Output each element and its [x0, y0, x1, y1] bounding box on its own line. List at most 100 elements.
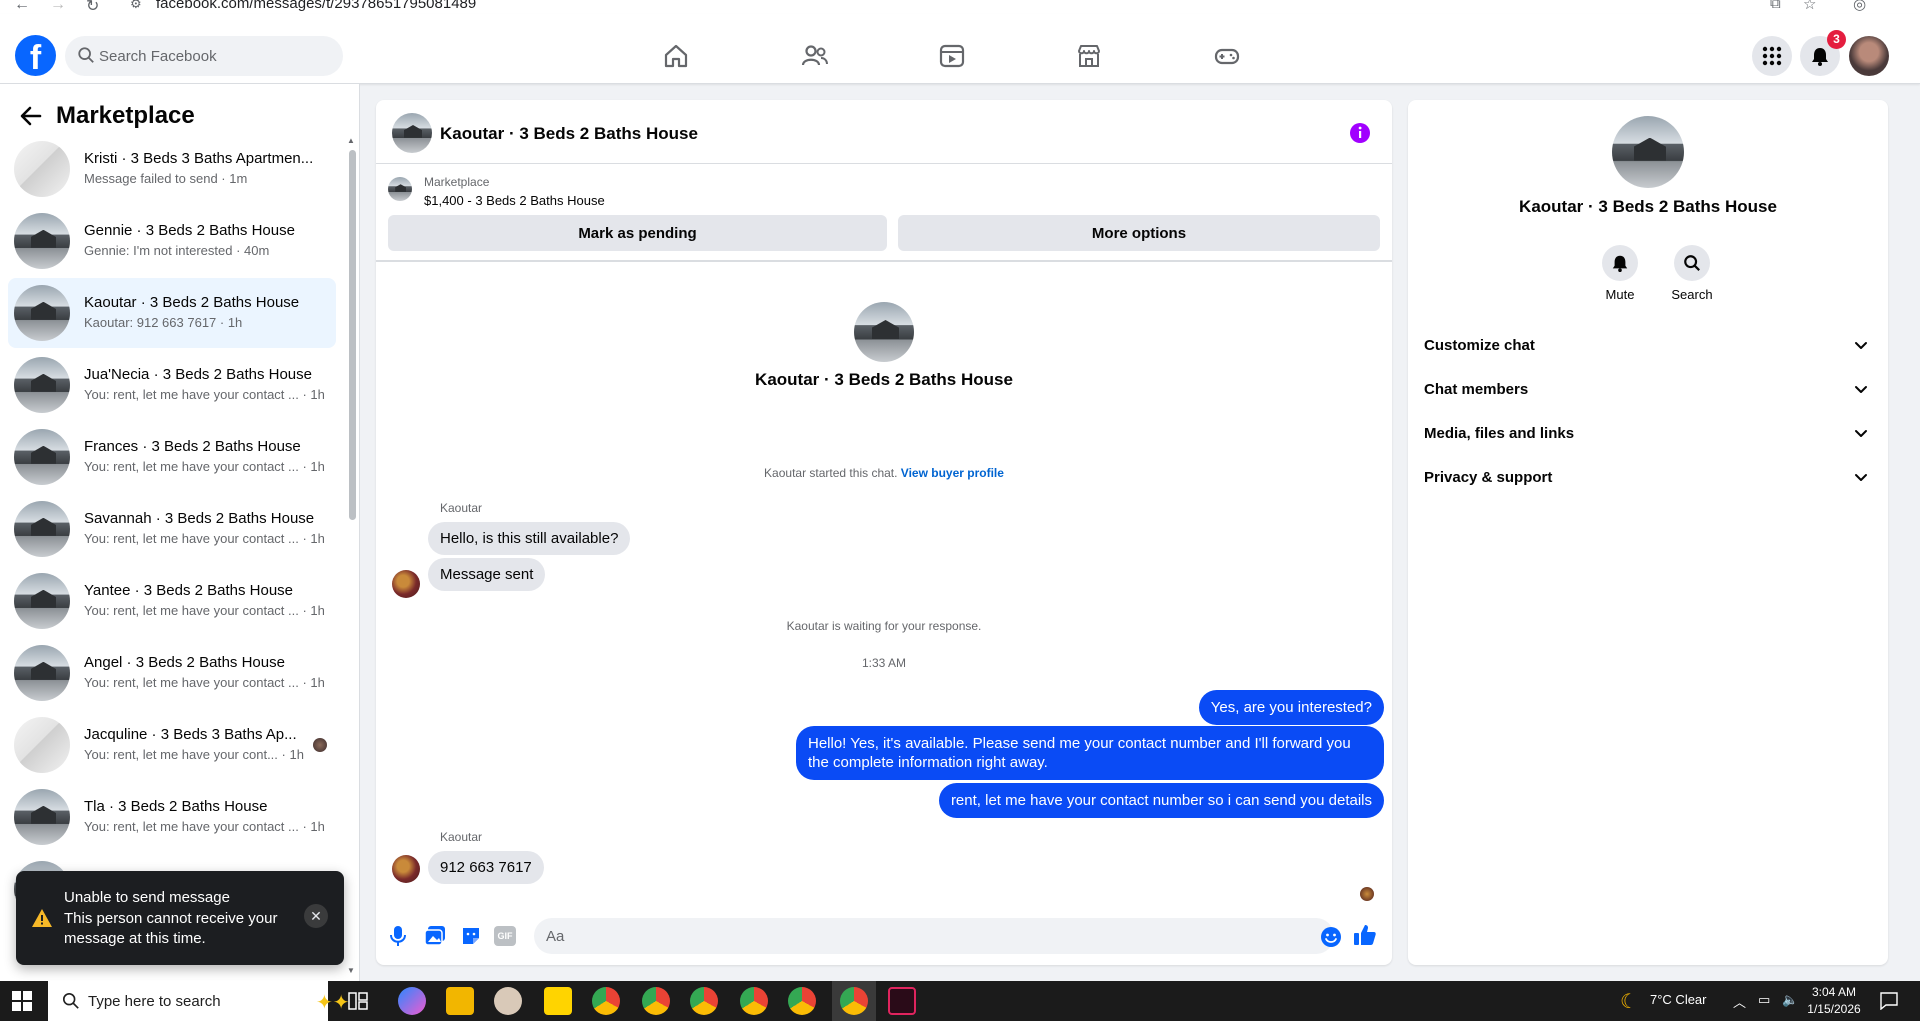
moon-weather-icon[interactable]: ☾ [1620, 989, 1638, 1014]
scroll-down-arrow[interactable]: ▼ [347, 966, 355, 975]
search-icon [1684, 255, 1700, 271]
windows-start-icon[interactable] [12, 991, 32, 1011]
search-input[interactable] [99, 36, 329, 76]
sender-avatar[interactable] [392, 855, 420, 883]
volume-icon[interactable]: 🔈 [1782, 992, 1798, 1008]
bookmark-star-icon[interactable]: ☆ [1803, 0, 1816, 13]
chrome-profile-icon[interactable] [642, 987, 670, 1015]
weather-text[interactable]: 7°C Clear [1650, 992, 1707, 1007]
site-info-icon[interactable]: ⚙ [130, 0, 142, 12]
file-explorer-icon[interactable] [446, 987, 474, 1015]
app-icon[interactable] [494, 987, 522, 1015]
profile-icon[interactable]: ◎ [1853, 0, 1866, 13]
message-input[interactable] [546, 918, 1286, 954]
sticky-notes-icon[interactable] [544, 987, 572, 1015]
conversation-item[interactable]: Angel · 3 Beds 2 Baths House You: rent, l… [8, 638, 336, 708]
gif-button[interactable]: GIF [494, 926, 516, 946]
scrollbar-thumb[interactable] [349, 150, 356, 520]
info-icon[interactable] [1349, 122, 1371, 144]
gaming-icon[interactable] [1213, 42, 1241, 70]
conversation-item[interactable]: Tla · 3 Beds 2 Baths House You: rent, let… [8, 782, 336, 852]
search-box[interactable] [65, 36, 343, 76]
video-icon[interactable] [938, 42, 966, 70]
photo-icon[interactable] [424, 925, 446, 947]
chrome-active-icon[interactable] [840, 987, 868, 1015]
thumbs-up-icon[interactable] [1353, 923, 1377, 947]
conversation-preview: You: rent, let me have your contact ... … [84, 675, 325, 690]
home-icon[interactable] [662, 42, 690, 70]
view-buyer-profile-link[interactable]: View buyer profile [901, 466, 1004, 480]
info-section-customize-chat[interactable]: Customize chat [1416, 325, 1880, 369]
chevron-down-icon [1855, 386, 1867, 393]
conversation-item[interactable]: Gennie · 3 Beds 2 Baths House Gennie: I'm… [8, 206, 336, 276]
conversation-item[interactable]: Jua'Necia · 3 Beds 2 Baths House You: ren… [8, 350, 336, 420]
account-avatar[interactable] [1849, 36, 1889, 76]
chat-info-panel: Kaoutar · 3 Beds 2 Baths House Mute Sear… [1408, 100, 1888, 965]
forward-arrow-icon[interactable]: → [50, 0, 66, 14]
chrome-icon[interactable] [592, 987, 620, 1015]
outgoing-message[interactable]: Yes, are you interested? [1198, 690, 1384, 725]
sticker-icon[interactable] [460, 925, 482, 947]
marketplace-icon[interactable] [1075, 42, 1103, 70]
scroll-up-arrow[interactable]: ▲ [347, 136, 355, 145]
conversation-preview: You: rent, let me have your contact ... … [84, 387, 325, 402]
message-input-box[interactable] [534, 918, 1334, 954]
listing-title[interactable]: $1,400 - 3 Beds 2 Baths House [424, 193, 605, 208]
chevron-up-icon[interactable]: ︿ [1733, 992, 1746, 1011]
menu-button[interactable] [1752, 36, 1792, 76]
conversation-thumbnail [14, 213, 70, 269]
app-icon[interactable] [888, 987, 916, 1015]
top-navigation-bar: f 3 [0, 14, 1920, 84]
notification-center-icon[interactable] [1880, 992, 1898, 1010]
conversation-item[interactable]: Jacquline · 3 Beds 3 Baths Ap... You: ren… [8, 710, 336, 780]
chat-title[interactable]: Kaoutar · 3 Beds 2 Baths House [440, 124, 698, 144]
browser-url-strip: ← → ↻ ⚙ facebook.com/messages/t/29378651… [0, 0, 1920, 14]
install-icon[interactable]: ⧉ [1770, 0, 1781, 12]
taskbar-clock[interactable]: 3:04 AM 1/15/2026 [1802, 984, 1866, 1018]
emoji-icon[interactable] [1320, 926, 1342, 948]
network-icon[interactable]: ▭ [1758, 992, 1770, 1008]
taskbar-search[interactable]: ✦✦ [48, 981, 350, 1021]
friends-icon[interactable] [801, 42, 829, 70]
address-bar[interactable]: facebook.com/messages/t/2937865179508148… [156, 0, 476, 12]
incoming-message[interactable]: Message sent [428, 558, 546, 591]
back-arrow-icon[interactable]: ← [14, 0, 30, 14]
chrome-profile-icon[interactable] [690, 987, 718, 1015]
marketplace-label: Marketplace [424, 175, 490, 189]
incoming-message[interactable]: 912 663 7617 [428, 851, 544, 884]
more-options-button[interactable]: More options [898, 215, 1380, 251]
conversation-item[interactable]: Kaoutar · 3 Beds 2 Baths House Kaoutar: 9… [8, 278, 336, 348]
incoming-message[interactable]: Hello, is this still available? [428, 522, 631, 555]
info-section-chat-members[interactable]: Chat members [1416, 369, 1880, 413]
reload-icon[interactable]: ↻ [86, 0, 99, 14]
sender-name: Kaoutar [440, 830, 483, 844]
chrome-profile-icon[interactable] [740, 987, 768, 1015]
conversation-item[interactable]: Savannah · 3 Beds 2 Baths House You: rent… [8, 494, 336, 564]
microphone-icon[interactable] [390, 925, 406, 947]
notifications-button[interactable]: 3 [1800, 30, 1846, 76]
chat-avatar[interactable] [392, 113, 432, 153]
outgoing-message[interactable]: rent, let me have your contact number so… [938, 783, 1384, 818]
info-section-media-files-and-links[interactable]: Media, files and links [1416, 413, 1880, 457]
taskbar-search-input[interactable] [88, 981, 268, 1021]
back-arrow-icon[interactable] [16, 101, 46, 131]
task-view-icon[interactable] [348, 992, 368, 1010]
copilot-app-icon[interactable] [398, 987, 426, 1015]
conversation-item[interactable]: Yantee · 3 Beds 2 Baths House You: rent, … [8, 566, 336, 636]
info-avatar[interactable] [1612, 116, 1684, 188]
outgoing-message[interactable]: Hello! Yes, it's available. Please send … [796, 726, 1384, 780]
conversation-item[interactable]: Frances · 3 Beds 2 Baths House You: rent,… [8, 422, 336, 492]
chrome-profile-icon[interactable] [788, 987, 816, 1015]
close-icon[interactable]: ✕ [304, 904, 328, 928]
mark-as-pending-button[interactable]: Mark as pending [388, 215, 887, 251]
search-action[interactable]: Search [1662, 245, 1722, 302]
facebook-logo[interactable]: f [15, 35, 56, 76]
mute-action[interactable]: Mute [1590, 245, 1650, 302]
conversation-name: Jacquline · 3 Beds 3 Baths Ap... [84, 726, 297, 743]
marketplace-conversation-list: Marketplace Kristi · 3 Beds 3 Baths Apar… [0, 84, 360, 981]
info-section-privacy-support[interactable]: Privacy & support [1416, 457, 1880, 501]
sender-avatar[interactable] [392, 570, 420, 598]
sidebar-header: Marketplace [16, 98, 195, 134]
listing-thumbnail[interactable] [388, 177, 412, 201]
conversation-item[interactable]: Kristi · 3 Beds 3 Baths Apartmen... Messa… [8, 134, 336, 204]
